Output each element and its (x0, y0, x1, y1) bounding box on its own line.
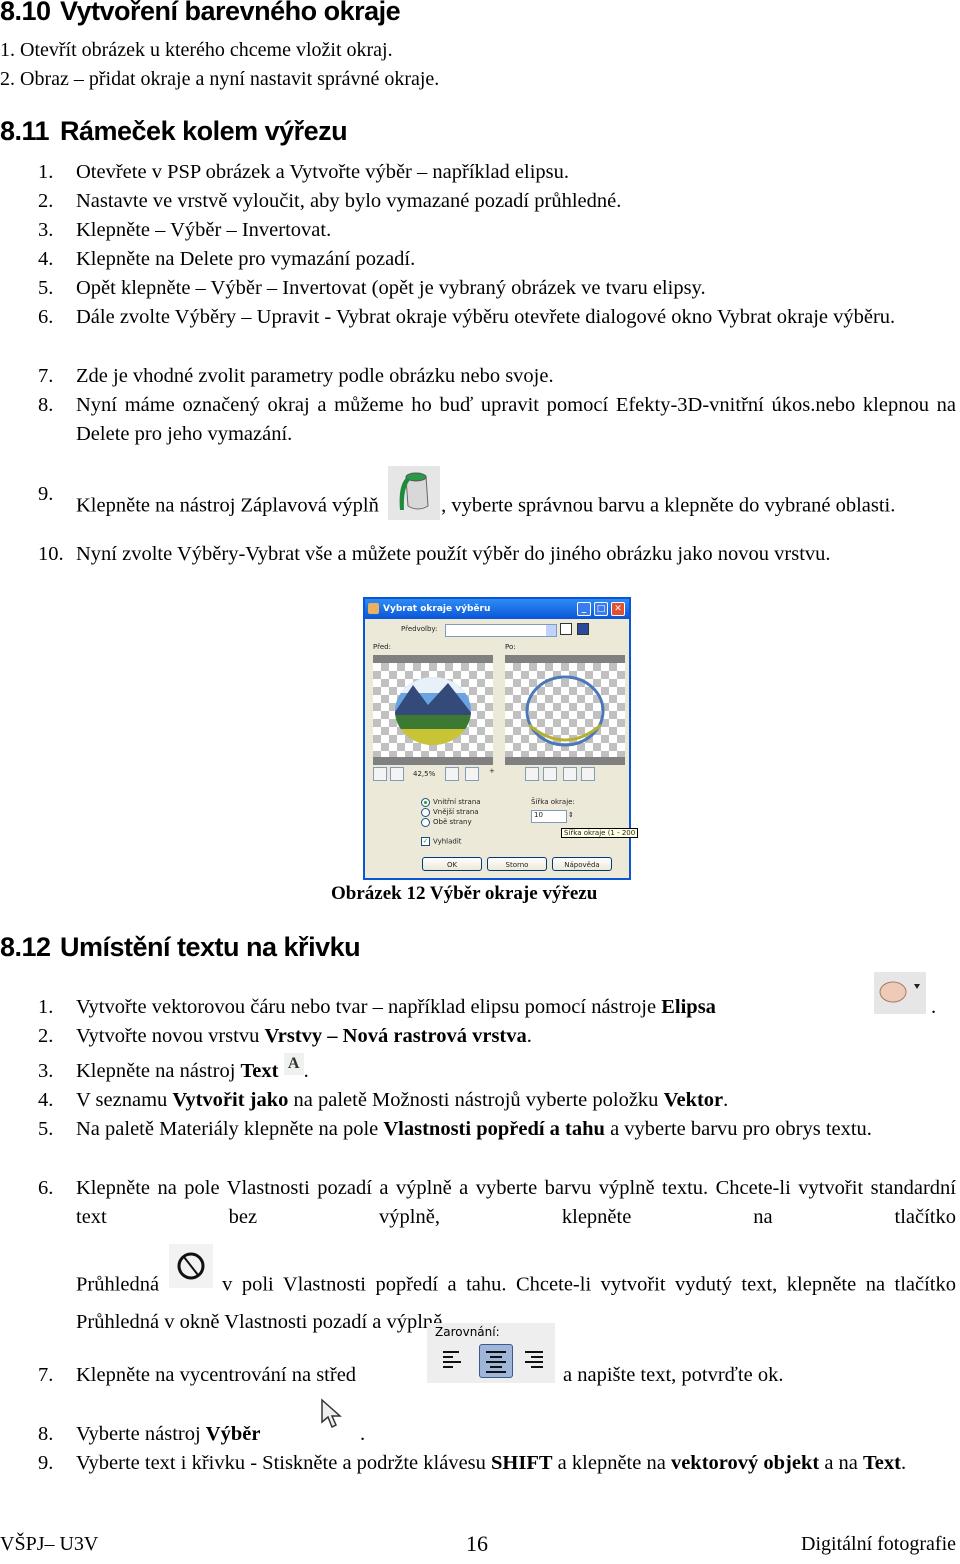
list-item: 1. Otevřete v PSP obrázek a Vytvořte výbě… (38, 161, 570, 183)
chevron-down-icon (546, 625, 556, 636)
list-item: 2. Vytvořte novou vrstvu Vrstvy – Nová r… (38, 1025, 532, 1047)
text-tool-icon: A (283, 1053, 304, 1076)
border-width-input[interactable]: 10 (531, 810, 567, 823)
list-item: 8. Vyberte nástroj Výběr . (38, 1398, 956, 1449)
close-button[interactable]: ✕ (611, 602, 625, 616)
list-item: 7. Klepněte na vycentrování na střed Zar… (38, 1323, 784, 1386)
border-width-tooltip: Šířka okraje (1 - 200 (561, 828, 639, 838)
cancel-button[interactable]: Storno (487, 857, 547, 871)
align-right-icon[interactable] (521, 1349, 545, 1379)
ellipse-tool-icon (874, 972, 926, 1014)
minimize-button[interactable]: _ (577, 602, 591, 616)
reset-preset-button[interactable] (560, 623, 572, 635)
after-image (525, 675, 605, 747)
list-item: 9. Klepněte na nástroj Záplavová výplň ,… (38, 466, 956, 534)
ok-button[interactable]: OK (422, 857, 482, 871)
width-spinner[interactable]: ⇕ (568, 811, 582, 821)
maximize-button[interactable]: □ (594, 602, 608, 616)
list-item: 4. V seznamu Vytvořit jako na paletě Mož… (38, 1089, 729, 1111)
list-item: 3. Klepněte – Výběr – Invertovat. (38, 219, 332, 241)
pointer-tool-icon (318, 1398, 346, 1439)
presets-label: Předvolby: (401, 625, 438, 633)
footer-left: VŠPJ– U3V (0, 1533, 99, 1555)
border-width-label: Šířka okraje: (531, 798, 575, 806)
zoom-actual-button[interactable] (445, 767, 459, 781)
list-item: 7. Zde je vhodné zvolit parametry podle o… (38, 365, 554, 387)
zoom-in-button[interactable] (373, 767, 387, 781)
figure-caption: Obrázek 12 Výběr okraje výřezu (331, 883, 598, 904)
align-left-icon[interactable] (441, 1349, 465, 1379)
radio-outside[interactable]: Vnější strana (421, 807, 481, 817)
list-item: 6. Klepněte na pole Vlastnosti pozadí a … (38, 1177, 956, 1228)
transparent-icon (168, 1244, 213, 1288)
auto-proof-button[interactable] (581, 767, 595, 781)
before-image (395, 677, 471, 745)
paragraph: 1. Otevřít obrázek u kterého chceme vlož… (0, 39, 393, 61)
smooth-checkbox[interactable]: ✓ Vyhladit (421, 837, 462, 846)
zoom-out-button[interactable] (390, 767, 404, 781)
save-preset-button[interactable] (577, 623, 589, 635)
flood-fill-icon (387, 466, 440, 520)
page-number: 16 (466, 1531, 488, 1556)
list-item: 6. Dále zvolte Výběry – Upravit - Vybrat … (38, 306, 896, 328)
heading-8-12: 8.12 Umístění textu na křivku (0, 932, 361, 962)
paragraph: 2. Obraz – přidat okraje a nyní nastavit… (0, 68, 440, 90)
app-icon (368, 603, 379, 614)
dialog-titlebar: Vybrat okraje výběru _ □ ✕ (365, 599, 629, 619)
select-border-dialog: Vybrat okraje výběru _ □ ✕ Předvolby: Př… (363, 597, 639, 880)
list-item: 5. Na paletě Materiály klepněte na pole … (38, 1118, 872, 1140)
move-icon[interactable]: + (489, 767, 503, 781)
heading-8-10: 8.10 Vytvoření barevného okraje (0, 0, 401, 26)
list-item: 3. Klepněte na nástroj Text A. (38, 1053, 309, 1082)
border-side-group: Vnitřní strana Vnější strana Obě strany (421, 797, 481, 827)
list-item: 10. Nyní zvolte Výběry-Vybrat vše a můžet… (38, 543, 831, 565)
list-item: 2. Nastavte ve vrstvě vyloučit, aby bylo … (38, 190, 622, 212)
after-label: Po: (505, 643, 516, 651)
zoom-fit-button[interactable] (465, 767, 479, 781)
list-item: 4. Klepněte na Delete pro vymazání pozadí… (38, 248, 416, 270)
before-preview (373, 655, 493, 765)
footer-right: Digitální fotografie (801, 1533, 956, 1555)
list-item: 5. Opět klepněte – Výběr – Invertovat (op… (38, 277, 706, 299)
list-item: 8. Nyní máme označený okraj a můžeme ho b… (38, 394, 956, 445)
radio-inside[interactable]: Vnitřní strana (421, 797, 481, 807)
help-button[interactable]: Nápověda (552, 857, 612, 871)
list-item: 9. Vyberte text i křivku - Stiskněte a p… (38, 1452, 907, 1474)
radio-both[interactable]: Obě strany (421, 817, 481, 827)
heading-8-11: 8.11 Rámeček kolem výřezu (0, 116, 348, 146)
proof-button[interactable] (563, 767, 577, 781)
before-label: Před: (373, 643, 391, 651)
marquee-button[interactable] (525, 767, 539, 781)
after-preview (505, 655, 625, 765)
list-item: 1. Vytvořte vektorovou čáru nebo tvar – … (38, 972, 956, 1022)
split-view-button[interactable] (543, 767, 557, 781)
alignment-panel: Zarovnání: (427, 1323, 555, 1383)
zoom-level: 42,5% (413, 770, 436, 778)
align-center-icon[interactable] (479, 1344, 513, 1378)
presets-select[interactable] (445, 624, 557, 637)
